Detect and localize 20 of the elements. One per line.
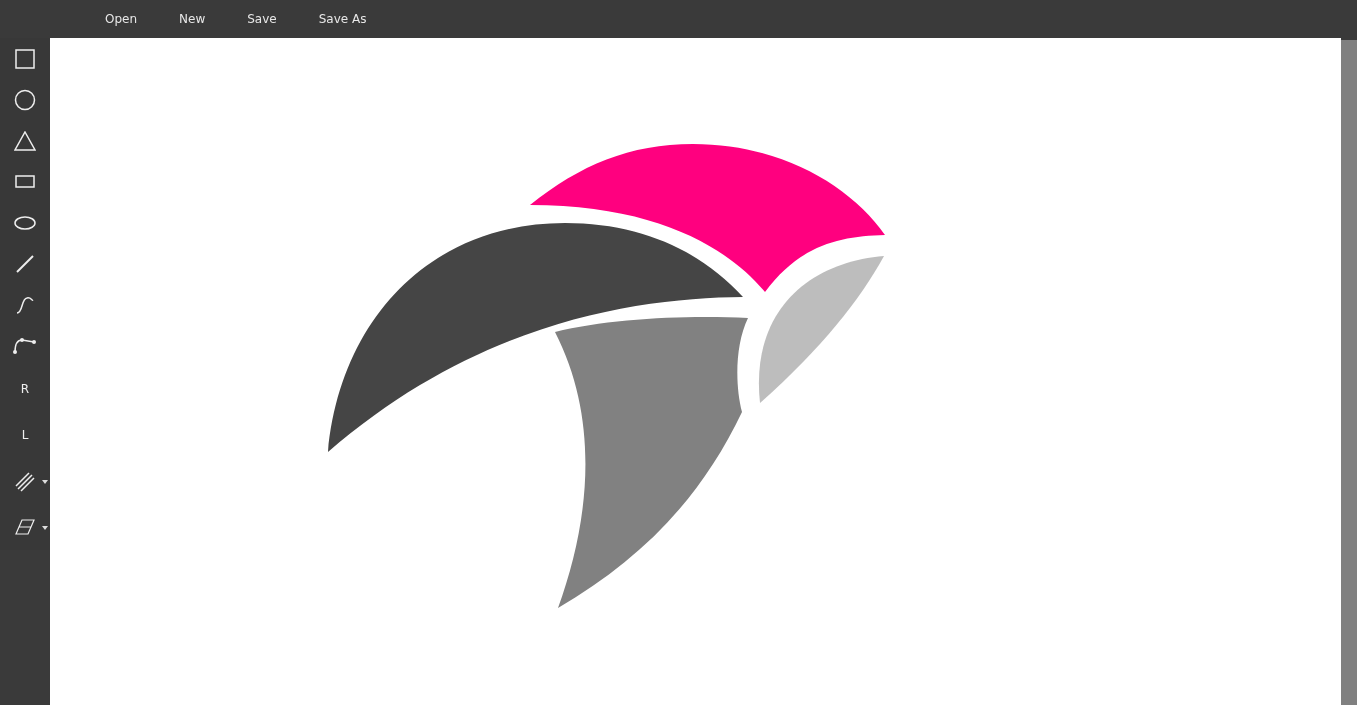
caret-icon[interactable] [42, 526, 48, 530]
menu-item[interactable]: Open [88, 8, 155, 30]
drawing-canvas[interactable] [50, 38, 1341, 705]
menu-item[interactable]: New [162, 8, 223, 30]
menu-item[interactable]: Save As [301, 8, 384, 30]
hatch-icon [14, 470, 36, 492]
circle-icon [14, 88, 36, 111]
rectangle-icon [15, 175, 35, 188]
scrollbar[interactable] [1341, 40, 1357, 705]
line-icon [15, 253, 35, 274]
tool-letter: R [20, 382, 30, 396]
bezier-icon [12, 335, 38, 356]
tool-letter: L [21, 428, 29, 442]
ellipse-icon [14, 215, 36, 230]
menu-item[interactable]: Save [230, 8, 294, 30]
triangle-icon [14, 130, 36, 151]
square-icon [15, 48, 35, 69]
caret-icon[interactable] [42, 480, 48, 484]
eraser-icon [14, 518, 36, 536]
curve-icon [15, 294, 35, 315]
